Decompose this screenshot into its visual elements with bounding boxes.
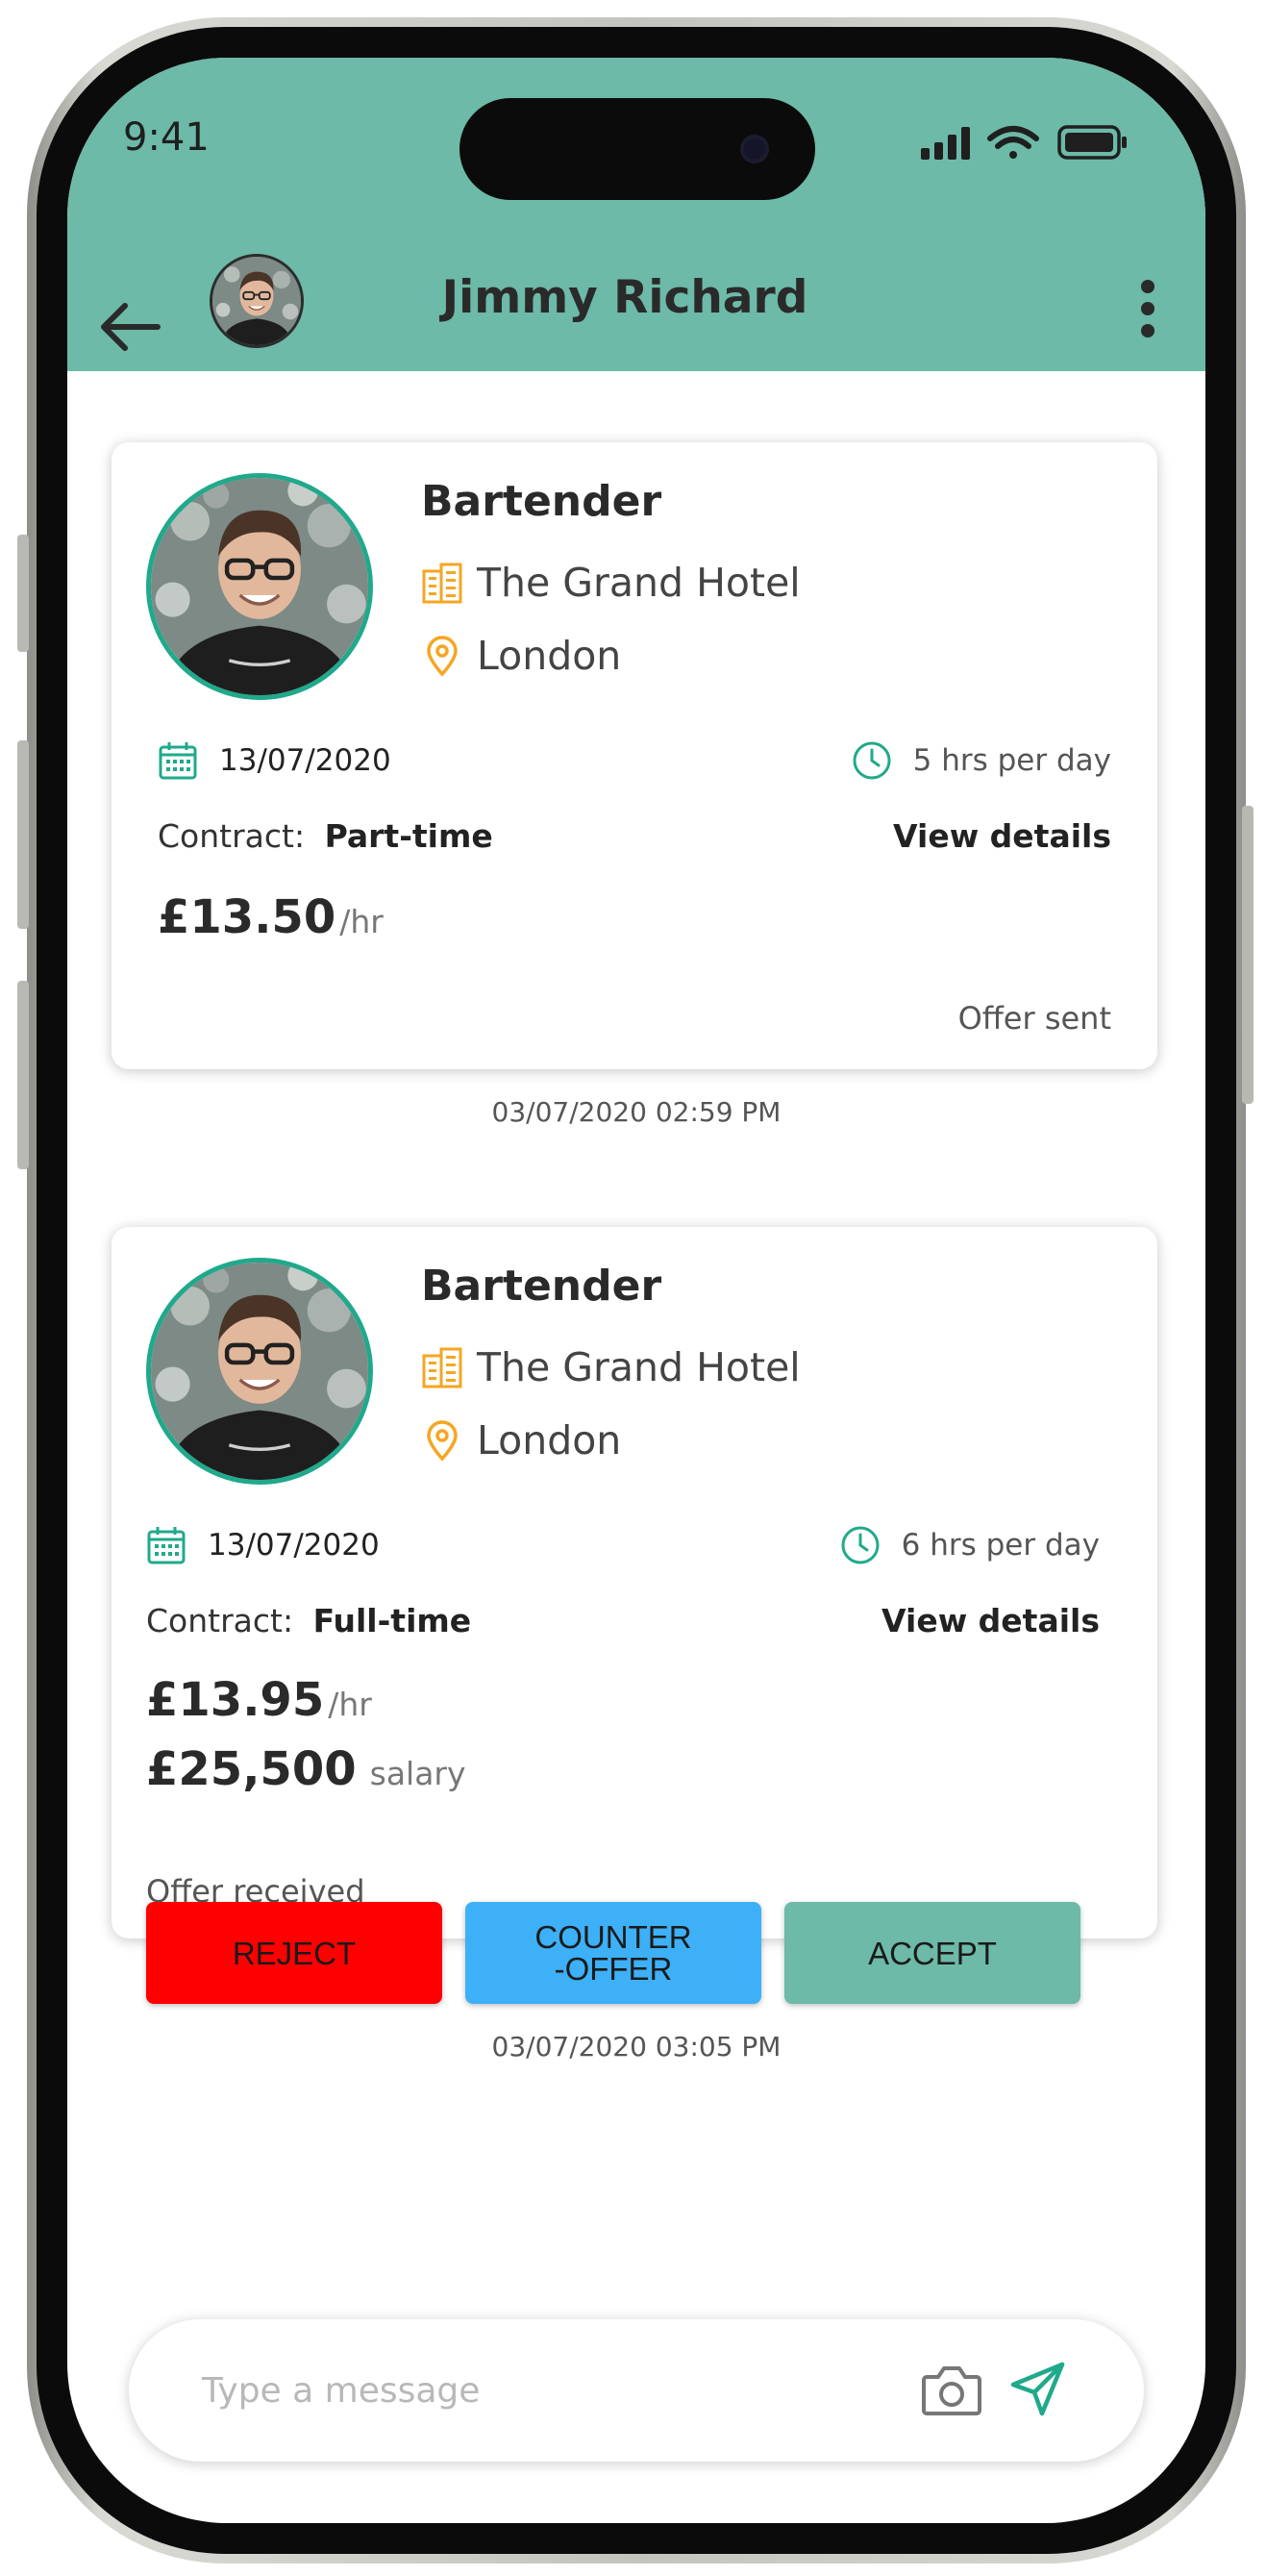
calendar-icon [147,1527,186,1564]
status-icons [921,125,1127,160]
contract-type: Full-time [312,1602,472,1639]
building-icon [422,563,462,604]
message-composer [129,2319,1144,2462]
dynamic-island [459,98,815,200]
contract-type: Part-time [324,817,493,855]
clock-icon [841,1526,880,1564]
more-vertical-icon[interactable] [1136,275,1159,342]
hourly-rate: £13.50 [158,890,336,944]
location-row: London [421,1413,621,1467]
contract-row: Contract: Full-time [146,1602,471,1639]
offer-card-sent: Bartender The Grand Hotel London 13/07/2… [112,442,1157,1069]
counter-offer-label-line1: COUNTER [534,1919,692,1955]
start-date: 13/07/2020 [219,743,391,778]
contract-row: Contract: Part-time [158,817,493,855]
company-row: The Grand Hotel [421,1340,801,1394]
hourly-unit: /hr [339,903,384,940]
phone-screen: 9:41 Jimmy Richard Bartender The Grand H… [67,58,1205,2523]
camera-icon[interactable] [921,2362,982,2417]
candidate-avatar [146,1258,373,1485]
send-icon[interactable] [1009,2360,1067,2417]
contract-label: Contract: [158,817,306,855]
offer-card-received: Bartender The Grand Hotel London 13/07/2… [112,1227,1157,1938]
message-input[interactable] [202,2356,875,2425]
calendar-icon [159,742,197,780]
action-button [17,535,29,652]
battery-icon [1057,125,1127,160]
signal-icon [921,127,970,160]
view-details-link[interactable]: View details [893,817,1111,855]
hours-row: 5 hrs per day [852,740,1111,781]
chat-header: 9:41 Jimmy Richard [67,58,1205,371]
hourly-unit: /hr [328,1686,372,1723]
arrow-left-icon[interactable] [96,300,163,354]
view-details-link[interactable]: View details [881,1602,1100,1639]
hourly-rate: £13.95 [146,1673,325,1727]
hours-per-day: 5 hrs per day [912,743,1111,778]
contact-avatar[interactable] [210,254,304,348]
location-name: London [477,1417,622,1463]
building-icon [422,1347,462,1388]
wifi-icon [987,126,1039,159]
job-title: Bartender [421,477,662,526]
start-date-row: 13/07/2020 [146,1525,380,1565]
location-name: London [477,633,622,679]
message-timestamp: 03/07/2020 02:59 PM [491,1096,782,1128]
volume-up-button [17,740,29,929]
company-row: The Grand Hotel [421,556,801,610]
status-time: 9:41 [123,115,210,160]
job-title: Bartender [421,1262,662,1311]
counter-offer-button[interactable]: COUNTER -OFFER [465,1902,761,2004]
volume-down-button [17,981,29,1169]
salary-unit: salary [369,1755,466,1792]
hours-row: 6 hrs per day [840,1525,1100,1565]
offer-status: Offer sent [957,1000,1111,1037]
hourly-rate-row: £13.50 /hr [158,890,384,944]
hourly-rate-row: £13.95 /hr [146,1673,372,1727]
hours-per-day: 6 hrs per day [901,1528,1100,1563]
start-date-row: 13/07/2020 [158,740,391,781]
map-pin-icon [427,1420,458,1462]
message-timestamp: 03/07/2020 03:05 PM [491,2031,782,2063]
contact-name: Jimmy Richard [441,271,808,324]
front-camera [740,135,769,163]
company-name: The Grand Hotel [477,1344,801,1390]
clock-icon [853,741,891,780]
map-pin-icon [427,636,458,677]
counter-offer-label-line2: -OFFER [554,1951,673,1987]
contract-label: Contract: [146,1602,294,1639]
accept-button[interactable]: ACCEPT [784,1902,1080,2004]
salary-row: £25,500 salary [146,1742,466,1796]
power-button [1242,806,1254,1104]
company-name: The Grand Hotel [477,560,801,606]
reject-button[interactable]: REJECT [146,1902,442,2004]
location-row: London [421,629,621,683]
salary-amount: £25,500 [146,1742,357,1796]
candidate-avatar [146,473,373,700]
start-date: 13/07/2020 [208,1528,380,1563]
